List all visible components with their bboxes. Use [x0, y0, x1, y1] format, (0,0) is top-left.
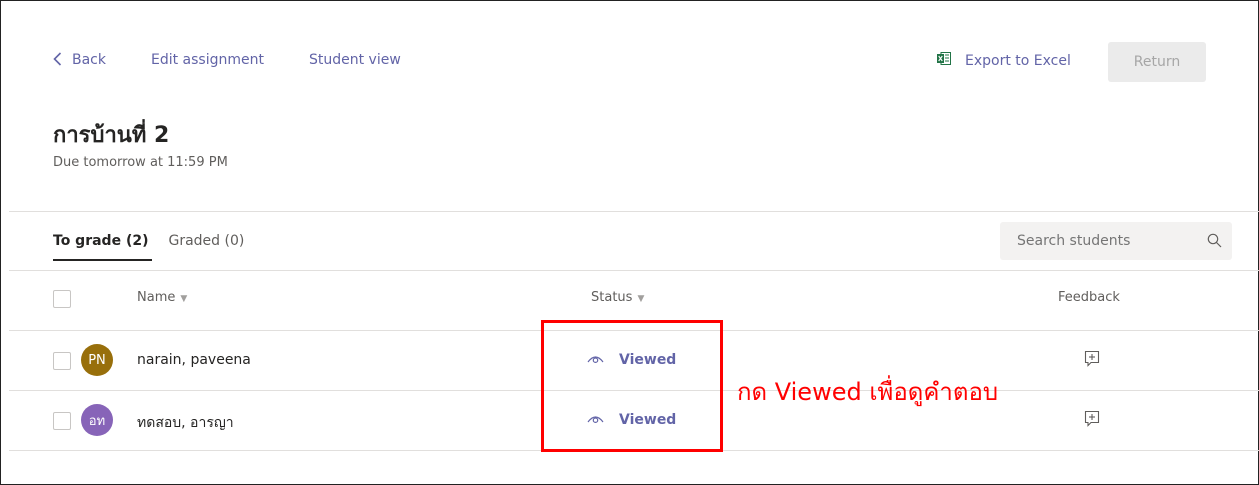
name-header-label: Name [137, 290, 176, 305]
back-label: Back [72, 52, 106, 68]
status-column-header[interactable]: Status ▼ [591, 290, 644, 305]
select-all-checkbox[interactable] [53, 290, 71, 308]
sort-down-icon: ▼ [637, 294, 645, 304]
search-input[interactable] [1015, 232, 1189, 250]
excel-icon [937, 52, 965, 69]
feedback-column-header: Feedback [1058, 290, 1120, 305]
divider [9, 211, 1259, 212]
tab-graded[interactable]: Graded (0) [168, 233, 244, 249]
sort-down-icon: ▼ [180, 294, 188, 304]
tab-to-grade[interactable]: To grade (2) [53, 233, 153, 261]
export-to-excel-button[interactable]: Export to Excel [937, 52, 1071, 69]
page-title: การบ้านที่ 2 [53, 123, 170, 148]
top-nav: Back Edit assignment Student view [53, 52, 401, 68]
add-feedback-icon[interactable] [1084, 350, 1100, 371]
chevron-left-icon [53, 52, 62, 68]
annotation-text: กด Viewed เพื่อดูคำตอบ [737, 378, 999, 406]
add-feedback-icon[interactable] [1084, 410, 1100, 431]
due-date: Due tomorrow at 11:59 PM [53, 155, 228, 170]
status-header-label: Status [591, 290, 633, 305]
highlight-box [541, 320, 723, 452]
row-checkbox[interactable] [53, 412, 71, 430]
tab-bar: To grade (2) Graded (0) [53, 233, 244, 261]
edit-assignment-link[interactable]: Edit assignment [151, 52, 264, 68]
export-label: Export to Excel [965, 52, 1071, 69]
divider [9, 270, 1259, 271]
back-button[interactable]: Back [53, 52, 106, 68]
return-button[interactable]: Return [1108, 42, 1206, 82]
avatar: PN [81, 344, 113, 376]
row-checkbox[interactable] [53, 352, 71, 370]
search-box [1000, 222, 1232, 260]
student-view-link[interactable]: Student view [309, 52, 401, 68]
search-icon[interactable] [1207, 233, 1222, 252]
name-column-header[interactable]: Name ▼ [137, 290, 187, 305]
student-name[interactable]: ทดสอบ, อารญา [137, 412, 234, 434]
student-name[interactable]: narain, paveena [137, 352, 251, 368]
avatar: อท [81, 404, 113, 436]
